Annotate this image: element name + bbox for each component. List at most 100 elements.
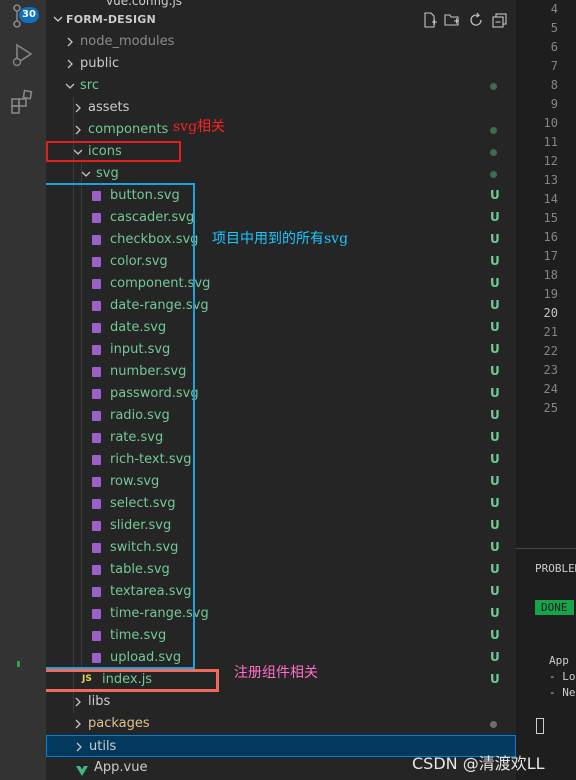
git-untracked-badge: U — [490, 386, 500, 400]
git-status-dot — [490, 83, 497, 90]
git-untracked-badge: U — [490, 496, 500, 510]
new-folder-icon[interactable] — [444, 12, 460, 28]
git-untracked-badge: U — [490, 232, 500, 246]
git-untracked-badge: U — [490, 320, 500, 334]
line-number: 7 — [550, 59, 558, 73]
line-number: 21 — [543, 325, 558, 339]
git-untracked-badge: U — [490, 518, 500, 532]
line-number: 5 — [550, 21, 558, 35]
git-untracked-badge: U — [490, 650, 500, 664]
line-number: 23 — [543, 363, 558, 377]
tree-item-label: utils — [89, 739, 117, 754]
folder-row[interactable]: node_modules — [46, 31, 516, 53]
line-number: 10 — [543, 116, 558, 130]
all-svg-note: 项目中用到的所有svg — [212, 231, 349, 247]
tree-item-label: packages — [88, 716, 150, 731]
svg-related-note: svg相关 — [173, 119, 226, 135]
git-untracked-badge: U — [490, 408, 500, 422]
line-number: 19 — [543, 287, 558, 301]
tree-item-label: svg — [96, 166, 119, 181]
chevron-right-icon — [67, 37, 73, 47]
line-number: 17 — [543, 249, 558, 263]
new-file-icon[interactable] — [422, 12, 438, 28]
problems-tab[interactable]: PROBLEM — [535, 562, 576, 575]
line-number: 14 — [543, 192, 558, 206]
git-untracked-badge: U — [490, 584, 500, 598]
git-untracked-badge: U — [490, 672, 500, 686]
done-badge: DONE — [535, 600, 574, 615]
line-number: 20 — [543, 306, 558, 320]
tree-item-label: assets — [88, 100, 130, 115]
activity-bar: 30 — [0, 0, 46, 780]
git-untracked-badge: U — [490, 606, 500, 620]
git-untracked-badge: U — [490, 276, 500, 290]
collapse-all-icon[interactable] — [492, 12, 508, 28]
line-number: 13 — [543, 173, 558, 187]
chevron-down-icon — [53, 16, 63, 22]
run-debug-icon[interactable] — [9, 40, 37, 68]
chevron-right-icon — [76, 742, 82, 752]
git-untracked-badge: U — [490, 628, 500, 642]
line-number: 11 — [543, 135, 558, 149]
git-untracked-badge: U — [490, 210, 500, 224]
git-status-dot — [490, 149, 497, 156]
git-status-dot — [490, 721, 497, 728]
folder-row[interactable]: libs — [46, 691, 516, 713]
panel-divider — [516, 548, 576, 549]
editor-area[interactable]: 4 5 6 7 8 9 10 11 12 13 14 15 16 17 18 19 20 21 22 23 24 25 P… — [516, 0, 576, 780]
line-number: 6 — [550, 40, 558, 54]
chevron-right-icon — [67, 59, 73, 69]
folder-row[interactable]: components — [46, 119, 516, 141]
tree-item-label: App.vue — [94, 760, 148, 775]
output-line: - Ne — [549, 686, 576, 699]
line-number: 4 — [550, 2, 558, 16]
line-number: 8 — [550, 78, 558, 92]
tree-item-label: libs — [88, 694, 111, 709]
line-number: 9 — [550, 97, 558, 111]
line-number: 25 — [543, 401, 558, 415]
gutter-marker — [17, 661, 20, 667]
extensions-icon[interactable] — [9, 88, 37, 116]
git-untracked-badge: U — [490, 562, 500, 576]
folder-row[interactable]: assets — [46, 97, 516, 119]
index-js-highlight-box — [46, 669, 219, 692]
folder-row[interactable]: src — [46, 75, 516, 97]
git-untracked-badge: U — [490, 254, 500, 268]
git-untracked-badge: U — [490, 430, 500, 444]
explorer-section-header[interactable]: FORM-DESIGN — [46, 10, 516, 32]
chevron-right-icon — [75, 719, 81, 729]
watermark: CSDN @清渡欢LL — [412, 754, 545, 773]
line-number: 24 — [543, 382, 558, 396]
terminal-cursor — [536, 718, 544, 734]
folder-row[interactable]: svg — [46, 163, 516, 185]
git-untracked-badge: U — [490, 298, 500, 312]
line-number: 16 — [543, 230, 558, 244]
svg-folder-highlight-box — [46, 141, 181, 162]
line-number: 15 — [543, 211, 558, 225]
git-untracked-badge: U — [490, 452, 500, 466]
tree-item-label: public — [80, 56, 120, 71]
git-untracked-badge: U — [490, 188, 500, 202]
register-component-note: 注册组件相关 — [234, 665, 318, 681]
explorer-panel: vue.config.js FORM-DESIGN node_modulespu… — [46, 0, 516, 780]
partial-file-row[interactable]: vue.config.js — [106, 0, 182, 8]
git-untracked-badge: U — [490, 364, 500, 378]
workspace-title: FORM-DESIGN — [66, 13, 156, 26]
output-line: - Lo — [549, 670, 576, 683]
git-untracked-badge: U — [490, 474, 500, 488]
git-untracked-badge: U — [490, 540, 500, 554]
git-untracked-badge: U — [490, 342, 500, 356]
chevron-down-icon — [65, 83, 75, 89]
folder-row[interactable]: packages — [46, 713, 516, 735]
tree-item-label: components — [88, 122, 169, 137]
line-number: 18 — [543, 268, 558, 282]
folder-row[interactable]: public — [46, 53, 516, 75]
git-status-dot — [490, 171, 497, 178]
tree-item-label: src — [80, 78, 99, 93]
refresh-icon[interactable] — [468, 12, 484, 28]
svg-files-highlight-box — [46, 183, 195, 669]
git-status-dot — [490, 127, 497, 134]
line-number: 12 — [543, 154, 558, 168]
vue-file-icon — [76, 762, 88, 776]
output-line: App — [549, 654, 569, 667]
